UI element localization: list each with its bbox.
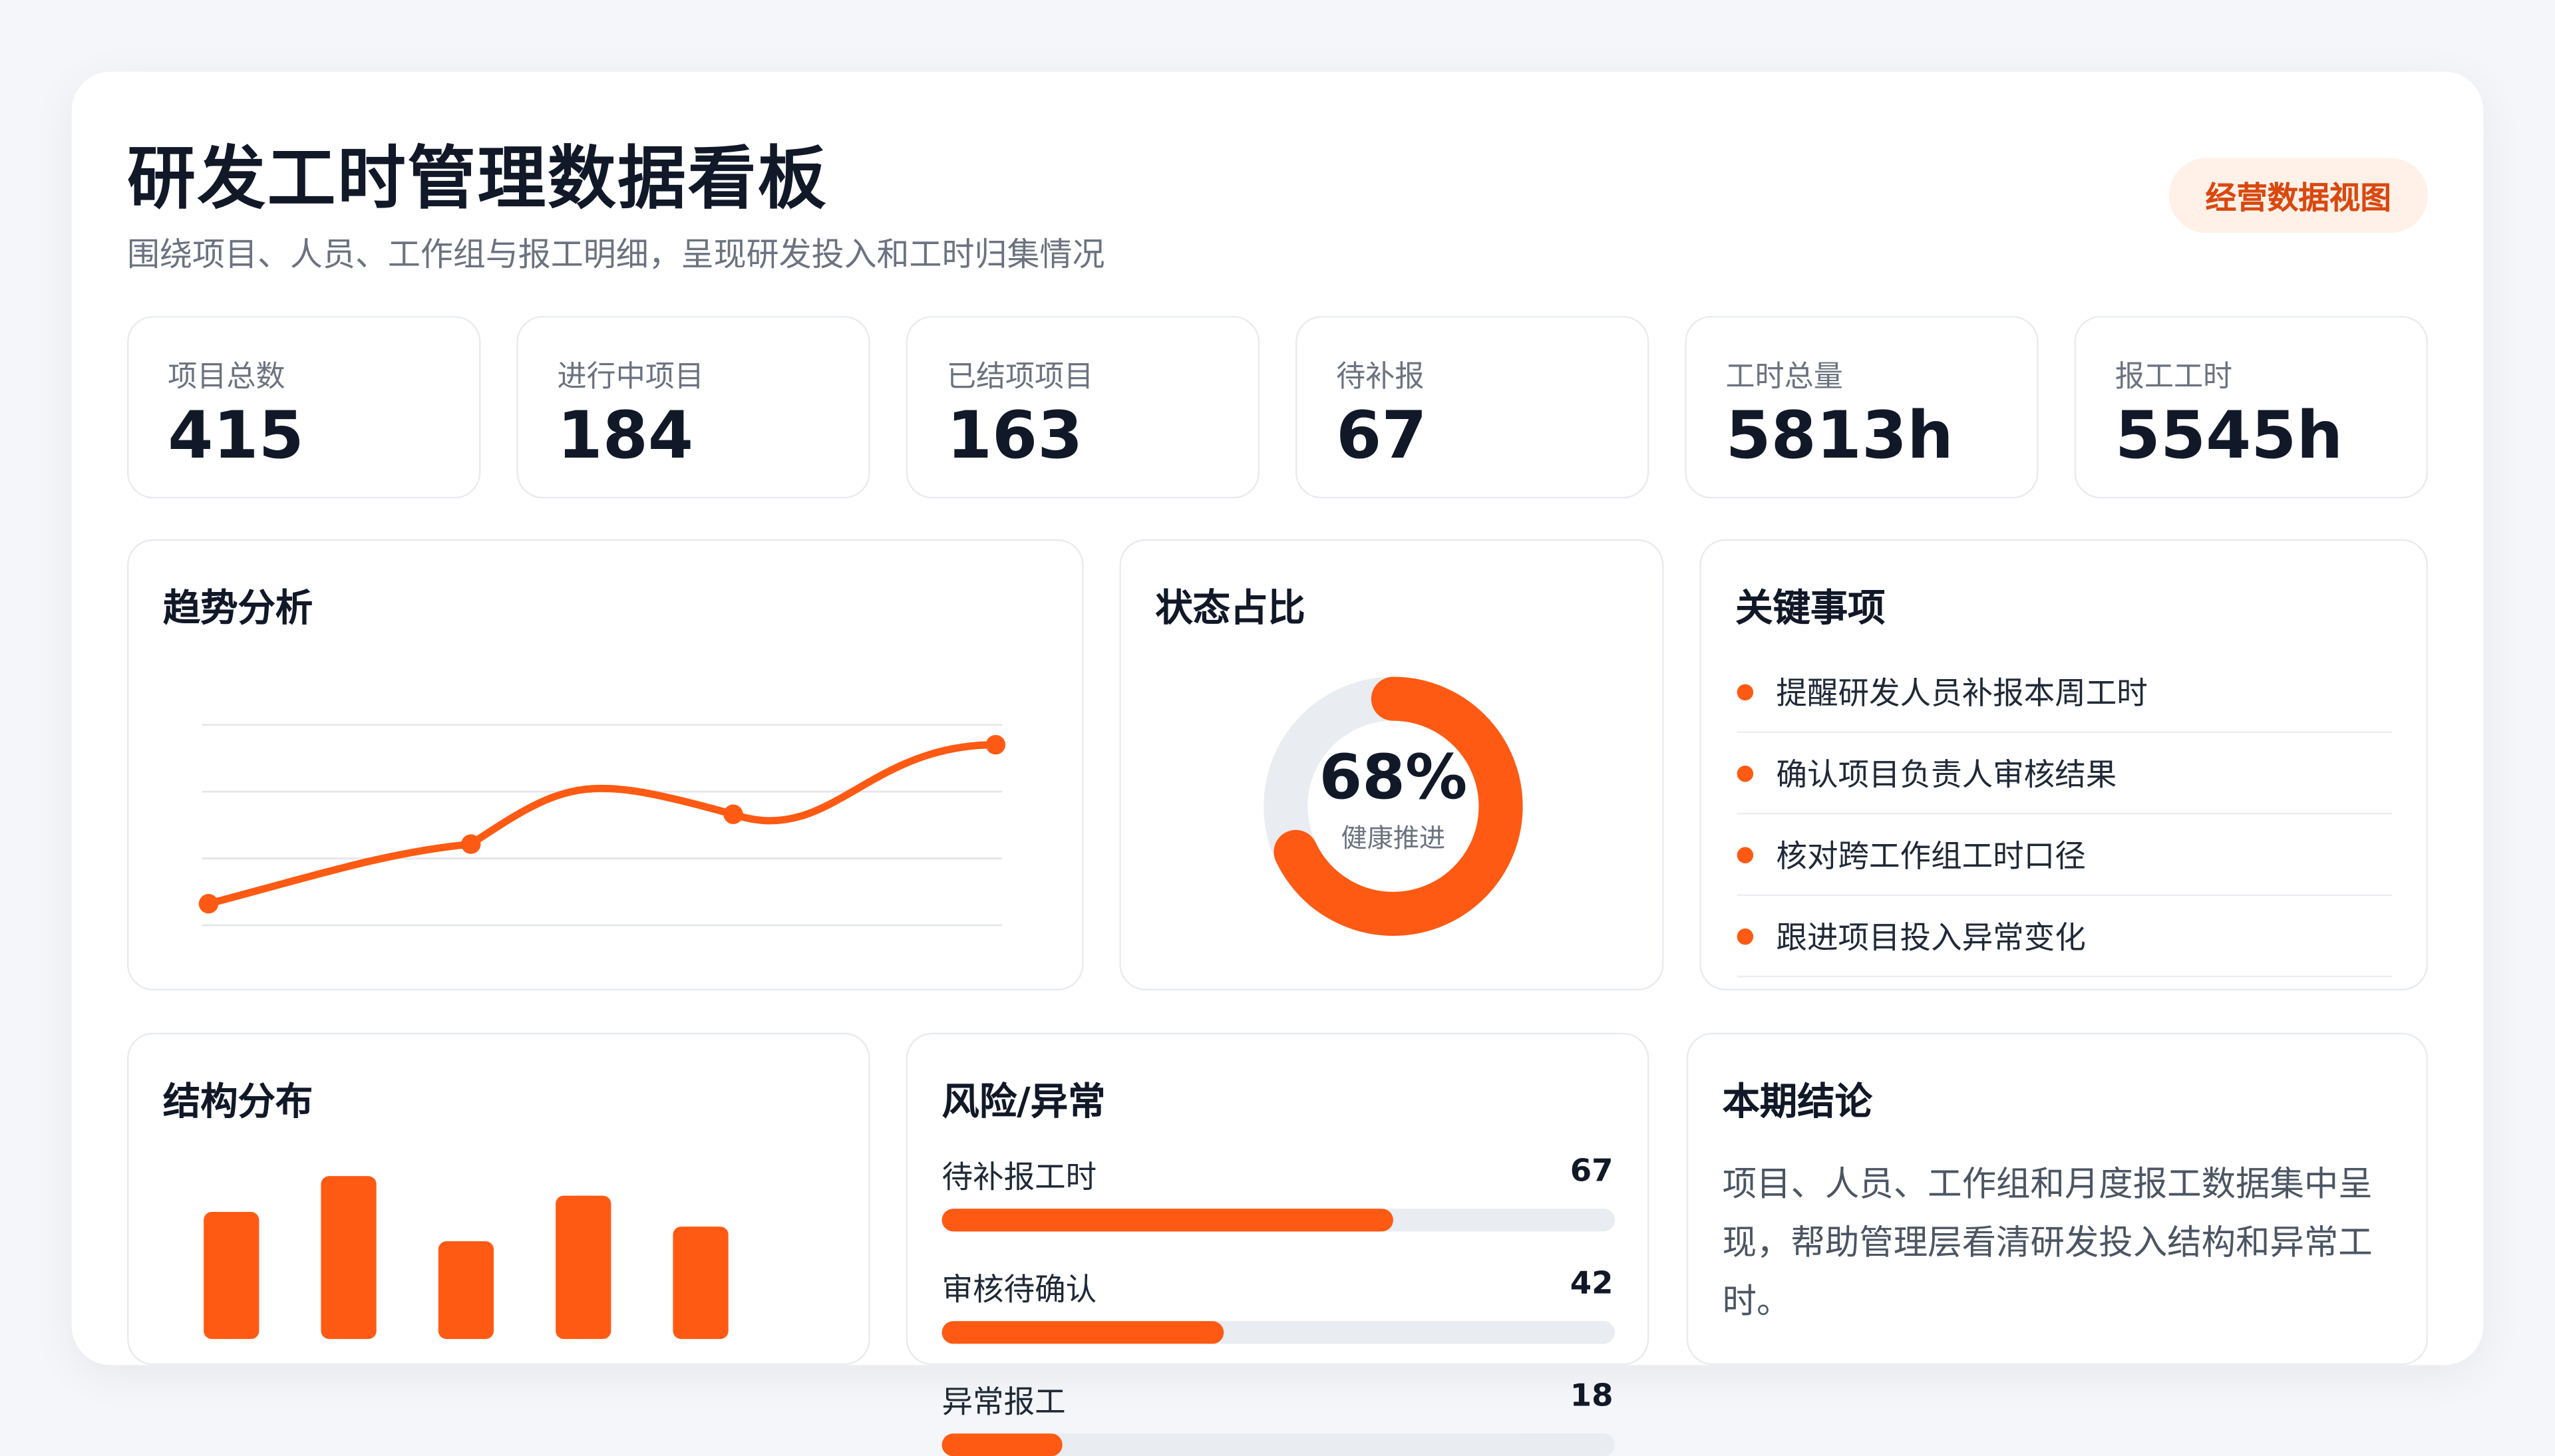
status-card: 状态占比 68% 健康推进 — [1119, 539, 1664, 990]
bullet-dot-icon — [1737, 684, 1754, 701]
kpi-card-total-projects[interactable]: 项目总数 415 — [127, 316, 481, 499]
key-item[interactable]: 跟进项目投入异常变化 — [1737, 896, 2393, 978]
conclusion-text: 项目、人员、工作组和月度报工数据集中呈现，帮助管理层看清研发投入结构和异常工时。 — [1722, 1165, 2373, 1322]
risk-progress-track — [941, 1321, 1615, 1344]
kpi-value: 5813h — [1725, 399, 1954, 474]
kpi-label: 已结项项目 — [946, 360, 1094, 394]
kpi-card-total-hours[interactable]: 工时总量 5813h — [1685, 316, 2039, 499]
kpi-label: 报工工时 — [2115, 360, 2233, 394]
kpi-card-pending-reports[interactable]: 待补报 67 — [1295, 316, 1649, 499]
kpi-value: 163 — [946, 399, 1083, 474]
structure-bar-chart — [204, 1176, 729, 1340]
risk-progress-fill — [941, 1209, 1393, 1232]
donut-caption: 健康推进 — [1341, 823, 1446, 853]
key-item[interactable]: 核对跨工作组工时口径 — [1737, 815, 2393, 896]
card-title: 关键事项 — [1735, 588, 1886, 631]
card-title: 本期结论 — [1722, 1082, 1872, 1124]
structure-bar — [556, 1195, 611, 1340]
kpi-label: 进行中项目 — [557, 360, 704, 394]
key-item-text: 核对跨工作组工时口径 — [1776, 839, 2086, 875]
key-items-card: 关键事项 提醒研发人员补报本周工时 确认项目负责人审核结果 核对跨工作组工时口径… — [1699, 539, 2429, 990]
key-item[interactable]: 提醒研发人员补报本周工时 — [1737, 652, 2393, 734]
kpi-value: 5545h — [2115, 399, 2343, 474]
status-donut-chart: 68% 健康推进 — [1264, 676, 1523, 936]
key-item-text: 提醒研发人员补报本周工时 — [1776, 676, 2148, 712]
trend-data-point — [461, 834, 481, 854]
bullet-dot-icon — [1737, 766, 1754, 782]
trend-card: 趋势分析 — [127, 539, 1084, 990]
kpi-card-reported-hours[interactable]: 报工工时 5545h — [2074, 316, 2429, 499]
bullet-dot-icon — [1737, 928, 1754, 945]
dashboard-canvas: 研发工时管理数据看板 围绕项目、人员、工作组与报工明细，呈现研发投入和工时归集情… — [0, 0, 2555, 1456]
card-title: 风险/异常 — [941, 1082, 1106, 1124]
trend-data-point — [723, 804, 743, 824]
kpi-value: 184 — [557, 399, 694, 474]
risk-progress-fill — [941, 1433, 1063, 1456]
kpi-label: 工时总量 — [1725, 360, 1843, 394]
risk-label: 待补报工时 — [941, 1159, 1097, 1196]
trend-series-line — [204, 741, 999, 908]
risk-label: 异常报工 — [941, 1384, 1066, 1421]
structure-bar — [204, 1212, 259, 1340]
risk-count: 42 — [1570, 1265, 1614, 1302]
risk-progress-track — [941, 1433, 1615, 1456]
kpi-label: 待补报 — [1336, 360, 1425, 394]
donut-percent: 68% — [1319, 741, 1468, 813]
risk-card: 风险/异常 待补报工时 67 审核待确认 42 异常报工 18 — [906, 1032, 1649, 1456]
bullet-dot-icon — [1737, 847, 1754, 863]
risk-progress-track — [941, 1209, 1615, 1232]
page-subtitle: 围绕项目、人员、工作组与报工明细，呈现研发投入和工时归集情况 — [127, 234, 1105, 274]
view-badge[interactable]: 经营数据视图 — [2168, 158, 2429, 233]
risk-count: 67 — [1570, 1153, 1614, 1189]
structure-bar — [321, 1176, 377, 1340]
structure-bar — [438, 1241, 494, 1340]
page-title: 研发工时管理数据看板 — [127, 138, 828, 219]
key-item-text: 跟进项目投入异常变化 — [1776, 920, 2086, 956]
kpi-value: 415 — [168, 399, 304, 474]
trend-data-point — [198, 894, 219, 914]
kpi-card-closed-projects[interactable]: 已结项项目 163 — [906, 316, 1260, 499]
key-item-text: 确认项目负责人审核结果 — [1776, 757, 2117, 794]
kpi-label: 项目总数 — [168, 360, 285, 394]
trend-line-chart — [198, 724, 1006, 927]
structure-card: 结构分布 — [127, 1032, 870, 1366]
trend-data-point — [985, 734, 1006, 755]
conclusion-card: 本期结论 项目、人员、工作组和月度报工数据集中呈现，帮助管理层看清研发投入结构和… — [1686, 1032, 2429, 1366]
kpi-value: 67 — [1336, 399, 1427, 474]
structure-bar — [673, 1227, 729, 1340]
risk-count: 18 — [1570, 1378, 1614, 1414]
risk-label: 审核待确认 — [941, 1272, 1097, 1308]
kpi-card-active-projects[interactable]: 进行中项目 184 — [516, 316, 870, 499]
key-item[interactable]: 确认项目负责人审核结果 — [1737, 733, 2393, 815]
risk-progress-fill — [941, 1321, 1225, 1344]
